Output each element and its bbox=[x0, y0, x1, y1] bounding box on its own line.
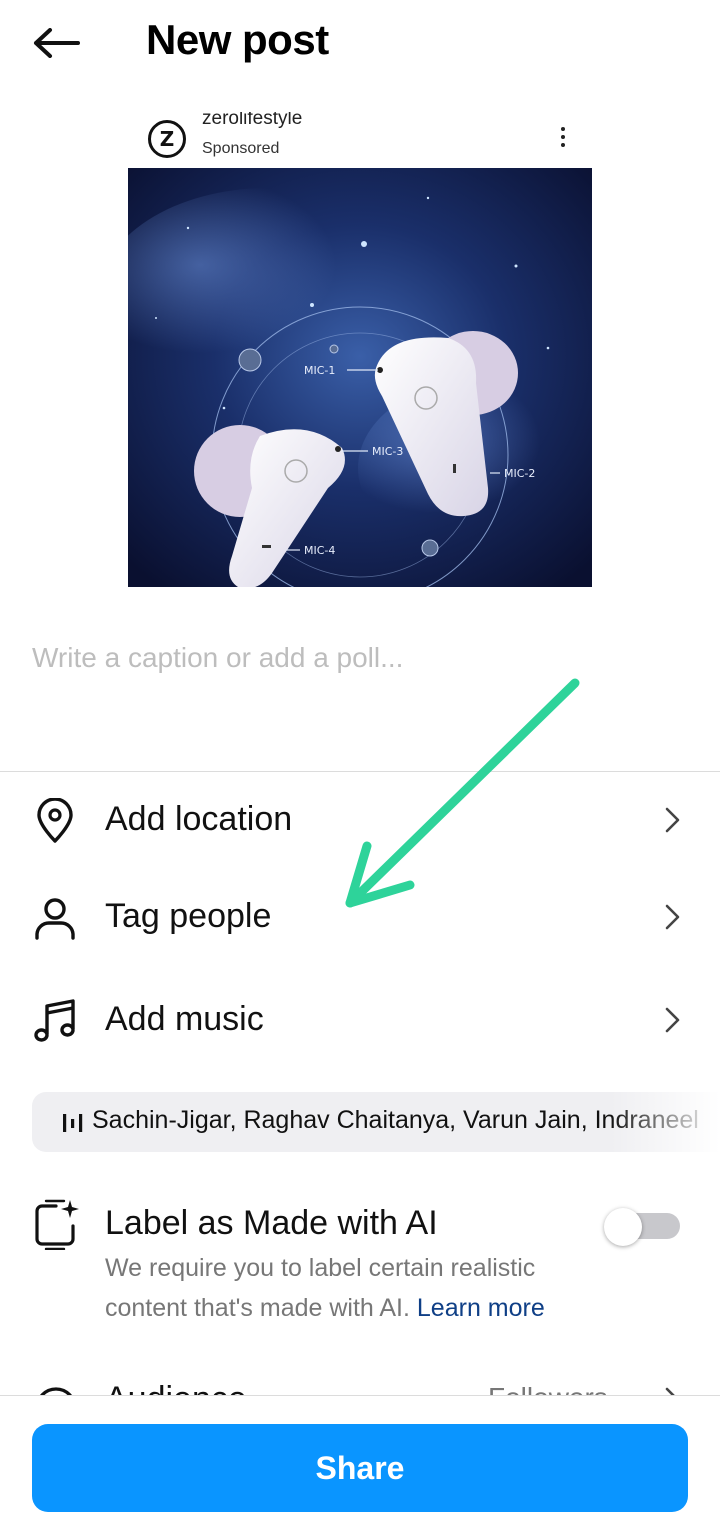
more-vertical-icon bbox=[561, 127, 565, 147]
music-suggestion-chip[interactable]: Sachin-Jigar, Raghav Chaitanya, Varun Ja… bbox=[32, 1092, 720, 1152]
chevron-right-icon bbox=[665, 1007, 680, 1033]
add-location-row[interactable]: Add location bbox=[0, 780, 720, 860]
caption-input[interactable] bbox=[32, 636, 692, 680]
post-preview: Z zerolifestyle Sponsored MIC-1 MIC-3 MI… bbox=[128, 112, 592, 587]
tag-people-row[interactable]: Tag people bbox=[0, 877, 720, 957]
arrow-left-icon bbox=[34, 28, 80, 58]
divider bbox=[0, 771, 720, 772]
add-music-label: Add music bbox=[105, 1000, 264, 1038]
mic1-label: MIC-1 bbox=[304, 364, 335, 377]
header: New post bbox=[0, 0, 720, 90]
page-title: New post bbox=[146, 16, 329, 63]
music-artists: Sachin-Jigar, Raghav Chaitanya, Varun Ja… bbox=[92, 1106, 699, 1134]
mic2-label: MIC-2 bbox=[504, 467, 535, 480]
location-pin-icon bbox=[32, 798, 78, 844]
music-note-icon bbox=[32, 998, 78, 1044]
avatar: Z bbox=[148, 120, 186, 158]
account-name: zerolifestyle bbox=[202, 112, 303, 129]
sponsored-label: Sponsored bbox=[202, 140, 280, 157]
more-options-button[interactable] bbox=[548, 122, 578, 152]
post-image: MIC-1 MIC-3 MIC-2 MIC-4 bbox=[128, 168, 592, 587]
add-location-label: Add location bbox=[105, 800, 293, 838]
mic3-label: MIC-3 bbox=[372, 445, 403, 458]
person-icon bbox=[32, 895, 78, 941]
ai-label-title: Label as Made with AI bbox=[105, 1204, 438, 1242]
bottom-bar: Share bbox=[0, 1395, 720, 1520]
ai-label-description: We require you to label certain realisti… bbox=[105, 1248, 605, 1328]
toggle-knob bbox=[604, 1208, 642, 1246]
tag-people-label: Tag people bbox=[105, 897, 272, 935]
ai-sparkle-icon bbox=[35, 1199, 79, 1250]
chevron-right-icon bbox=[665, 807, 680, 833]
ai-label-toggle[interactable] bbox=[604, 1208, 680, 1246]
mic4-label: MIC-4 bbox=[304, 544, 335, 557]
chevron-right-icon bbox=[665, 904, 680, 930]
share-button[interactable]: Share bbox=[32, 1424, 688, 1512]
post-header: Z zerolifestyle Sponsored bbox=[128, 112, 592, 168]
add-music-row[interactable]: Add music bbox=[0, 980, 720, 1060]
learn-more-link[interactable]: Learn more bbox=[417, 1294, 545, 1322]
back-button[interactable] bbox=[28, 20, 84, 66]
audio-bars-icon bbox=[63, 1114, 83, 1132]
